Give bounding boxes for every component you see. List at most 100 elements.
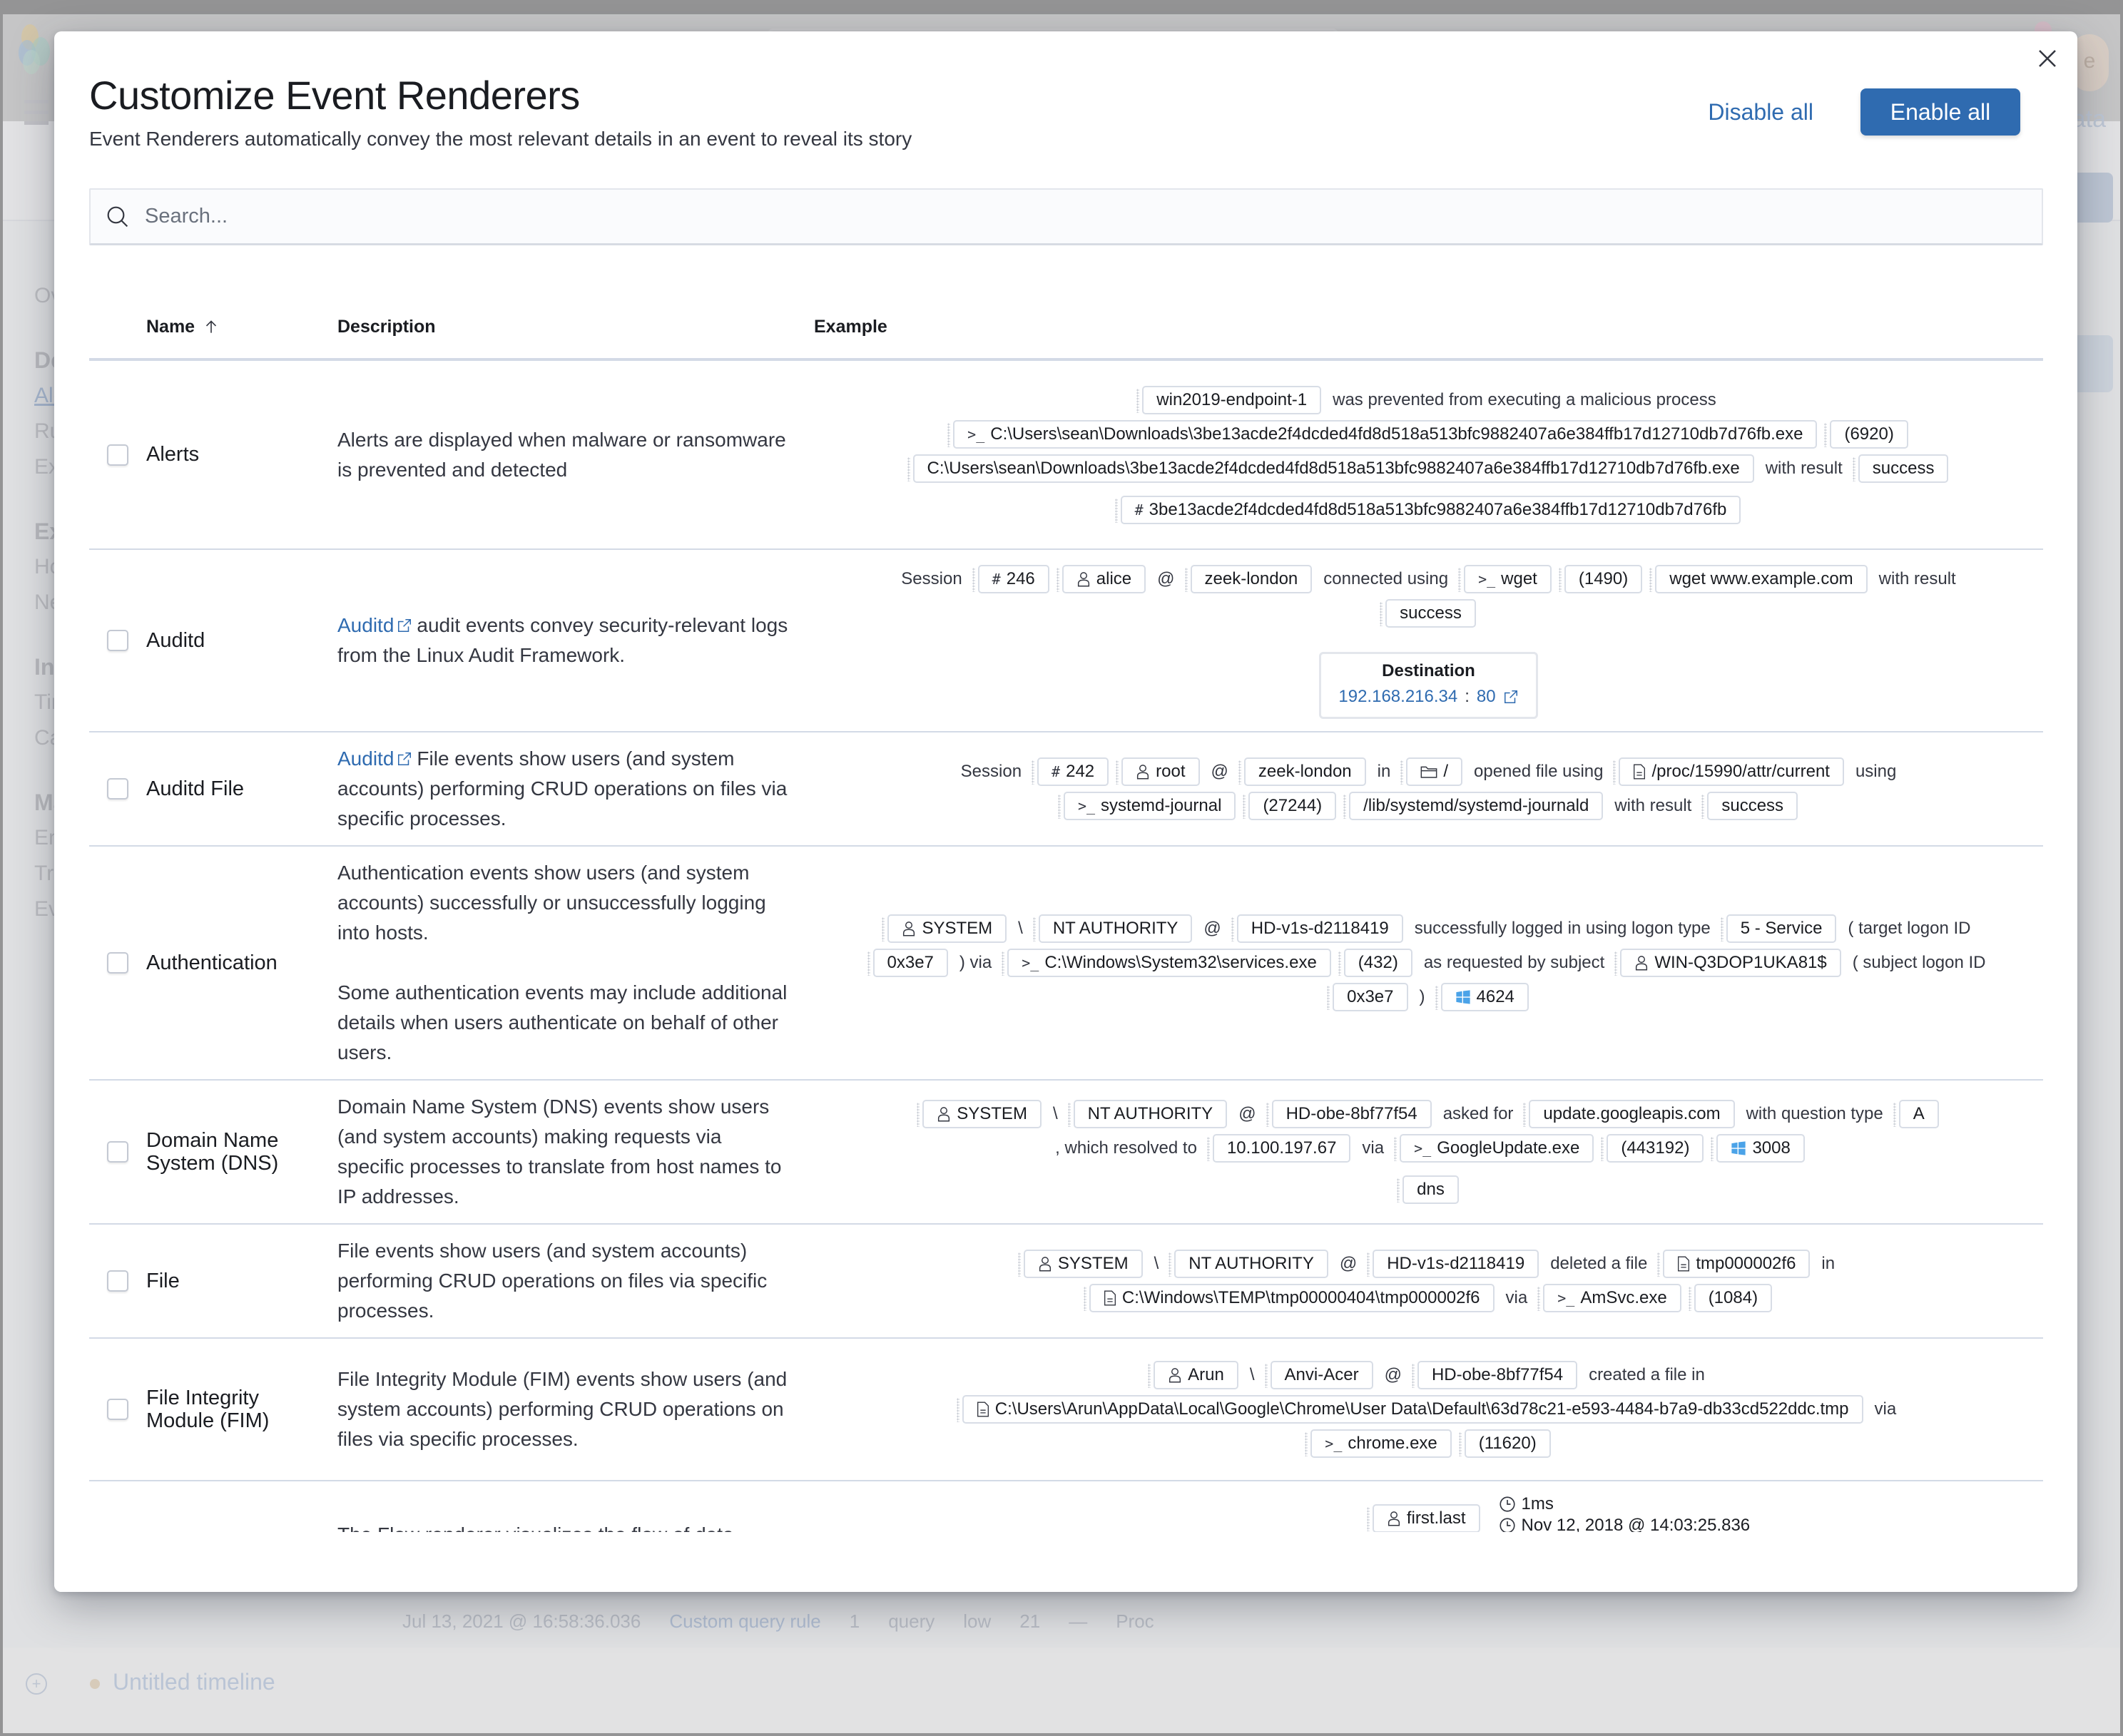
file-name-pill[interactable]: tmp000002f6 — [1657, 1250, 1811, 1278]
session-id-pill[interactable]: #242 — [1032, 757, 1109, 786]
subject-logon-id-pill[interactable]: 0x3e7 — [1327, 983, 1408, 1011]
auditd-checkbox[interactable] — [107, 630, 128, 651]
file-path-pill[interactable]: C:\Windows\TEMP\tmp00000404\tmp000002f6 — [1083, 1284, 1495, 1312]
process-name-pill[interactable]: >_ chrome.exe — [1305, 1429, 1452, 1458]
process-name-pill[interactable]: >_ GoogleUpdate.exe — [1394, 1134, 1594, 1163]
event-code-pill[interactable]: 4624 — [1435, 983, 1529, 1011]
session-id-pill[interactable]: #246 — [972, 565, 1049, 593]
modal-title: Customize Event Renderers — [89, 73, 580, 118]
file-path-pill[interactable]: C:\Users\Arun\AppData\Local\Google\Chrom… — [956, 1395, 1863, 1424]
table-row-fim: File Integrity Module (FIM) File Integri… — [89, 1339, 2043, 1481]
user-name-pill[interactable]: SYSTEM — [882, 914, 1007, 943]
user-domain-pill[interactable]: NT AUTHORITY — [1067, 1100, 1228, 1128]
host-name-pill[interactable]: HD-v1s-d2118419 — [1367, 1250, 1539, 1278]
clock-icon — [1499, 1496, 1515, 1512]
renderer-description: Auditd audit events convey security-relev… — [337, 614, 788, 666]
renderer-description: File Integrity Module (FIM) events show … — [337, 1368, 788, 1450]
process-pid-pill[interactable]: (6920) — [1824, 419, 1908, 449]
event-outcome-pill[interactable]: success — [1852, 454, 1949, 483]
document-icon — [1678, 1256, 1690, 1272]
auditd-file-checkbox[interactable] — [107, 778, 128, 800]
table-row-alerts: Alerts Alerts are displayed when malware… — [89, 361, 2043, 550]
process-name-pill[interactable]: >_ wget — [1458, 565, 1552, 593]
host-name-pill[interactable]: zeek-london — [1184, 565, 1313, 593]
logon-type-pill[interactable]: 5 - Service — [1720, 914, 1837, 943]
process-pid-pill[interactable]: (432) — [1338, 949, 1412, 977]
table-row-file: File File events show users (and system … — [89, 1225, 2043, 1339]
search-field[interactable] — [89, 188, 2043, 245]
file-checkbox[interactable] — [107, 1270, 128, 1292]
modal-header: Customize Event Renderers Event Renderer… — [89, 71, 912, 150]
modal-subtitle: Event Renderers automatically convey the… — [89, 128, 912, 150]
user-domain-pill[interactable]: Anvi-Acer — [1264, 1361, 1373, 1389]
process-args-pill[interactable]: wget www.example.com — [1649, 565, 1868, 593]
target-logon-id-pill[interactable]: 0x3e7 — [867, 949, 948, 977]
close-icon — [2039, 50, 2056, 67]
column-header-name[interactable]: Name — [146, 317, 337, 337]
process-executable-pill[interactable]: C:\Users\sean\Downloads\3be13acde2f4dcde… — [907, 454, 1754, 483]
subject-user-pill[interactable]: WIN-Q3DOP1UKA81$ — [1614, 949, 1841, 977]
event-outcome-pill[interactable]: success — [1701, 792, 1798, 820]
renderer-name: Domain Name System (DNS) — [146, 1128, 279, 1175]
user-name-pill[interactable]: root — [1116, 757, 1200, 786]
process-name-pill[interactable]: >_ C:\Windows\System32\services.exe — [1002, 949, 1331, 977]
user-domain-pill[interactable]: NT AUTHORITY — [1169, 1250, 1328, 1278]
protocol-pill[interactable]: dns — [1397, 1175, 1459, 1204]
user-icon — [903, 921, 915, 936]
auditd-link[interactable]: Auditd — [337, 747, 394, 770]
renderer-example: Arun \ Anvi-Acer @ HD-obe-8bf77f54 creat… — [814, 1358, 2043, 1461]
auditd-link[interactable]: Auditd — [337, 614, 394, 636]
process-pid-pill[interactable]: (11620) — [1458, 1429, 1551, 1458]
process-name-pill[interactable]: >_ C:\Users\sean\Downloads\3be13acde2f4dc… — [947, 419, 1818, 449]
renderer-name: Auditd File — [146, 777, 245, 800]
host-name-pill[interactable]: HD-obe-8bf77f54 — [1411, 1361, 1578, 1389]
disable-all-button[interactable]: Disable all — [1708, 99, 1813, 126]
duration[interactable]: 1ms — [1499, 1494, 1751, 1514]
hash-icon: # — [1134, 501, 1144, 519]
user-name-pill[interactable]: first.last — [1366, 1504, 1480, 1533]
user-domain-pill[interactable]: NT AUTHORITY — [1032, 914, 1193, 943]
customize-event-renderers-modal: Customize Event Renderers Event Renderer… — [54, 31, 2077, 1592]
event-code-pill[interactable]: 3008 — [1711, 1134, 1805, 1163]
user-icon — [938, 1107, 950, 1122]
host-name-pill[interactable]: HD-v1s-d2118419 — [1231, 914, 1403, 943]
process-pid-pill[interactable]: (443192) — [1601, 1134, 1704, 1163]
host-name-pill[interactable]: HD-obe-8bf77f54 — [1266, 1100, 1432, 1128]
user-name-pill[interactable]: SYSTEM — [917, 1100, 1042, 1128]
destination-ip[interactable]: 192.168.216.34 — [1338, 687, 1457, 707]
renderer-example: Session #246 alice @ zeek-london connect… — [814, 562, 2043, 719]
directory-pill[interactable]: / — [1400, 757, 1462, 786]
enable-all-button[interactable]: Enable all — [1860, 88, 2020, 136]
user-name-pill[interactable]: Arun — [1148, 1361, 1238, 1389]
fim-checkbox[interactable] — [107, 1399, 128, 1420]
resolved-ip-pill[interactable]: 10.100.197.67 — [1206, 1134, 1351, 1163]
dns-question-type-pill[interactable]: A — [1893, 1100, 1939, 1128]
process-name-pill[interactable]: >_ AmSvc.exe — [1537, 1284, 1681, 1312]
close-button[interactable] — [2032, 43, 2063, 74]
host-name-pill[interactable]: win2019-endpoint-1 — [1136, 385, 1322, 414]
process-pid-pill[interactable]: (1490) — [1558, 565, 1643, 593]
table-row-authentication: Authentication Authentication events sho… — [89, 847, 2043, 1081]
terminal-icon: >_ — [1077, 797, 1096, 815]
user-name-pill[interactable]: SYSTEM — [1017, 1250, 1143, 1278]
search-input[interactable] — [132, 190, 2042, 243]
host-name-pill[interactable]: zeek-london — [1238, 757, 1366, 786]
dns-question-pill[interactable]: update.googleapis.com — [1523, 1100, 1735, 1128]
file-name-pill[interactable]: /proc/15990/attr/current — [1613, 757, 1844, 786]
event-outcome-pill[interactable]: success — [1380, 599, 1476, 628]
destination-port[interactable]: 80 — [1477, 687, 1496, 707]
user-name-pill[interactable]: alice — [1056, 565, 1146, 593]
process-name-pill[interactable]: >_ systemd-journal — [1057, 792, 1236, 820]
process-executable-pill[interactable]: /lib/systemd/systemd-journald — [1343, 792, 1604, 820]
authentication-checkbox[interactable] — [107, 952, 128, 974]
dns-checkbox[interactable] — [107, 1141, 128, 1163]
process-pid-pill[interactable]: (1084) — [1688, 1284, 1773, 1312]
sort-ascending-icon — [206, 320, 217, 333]
process-hash-pill[interactable]: #3be13acde2f4dcded4fd8d518a513bfc9882407… — [1114, 495, 1741, 524]
table-header: Name Description Example — [89, 295, 2043, 361]
alerts-checkbox[interactable] — [107, 444, 128, 466]
process-pid-pill[interactable]: (27244) — [1243, 792, 1337, 820]
destination-link[interactable]: 192.168.216.34 : 80 — [1338, 687, 1518, 707]
renderer-example: SYSTEM \ NT AUTHORITY @ HD-obe-8bf77f54 … — [814, 1097, 2043, 1207]
terminal-icon: >_ — [1414, 1140, 1432, 1157]
